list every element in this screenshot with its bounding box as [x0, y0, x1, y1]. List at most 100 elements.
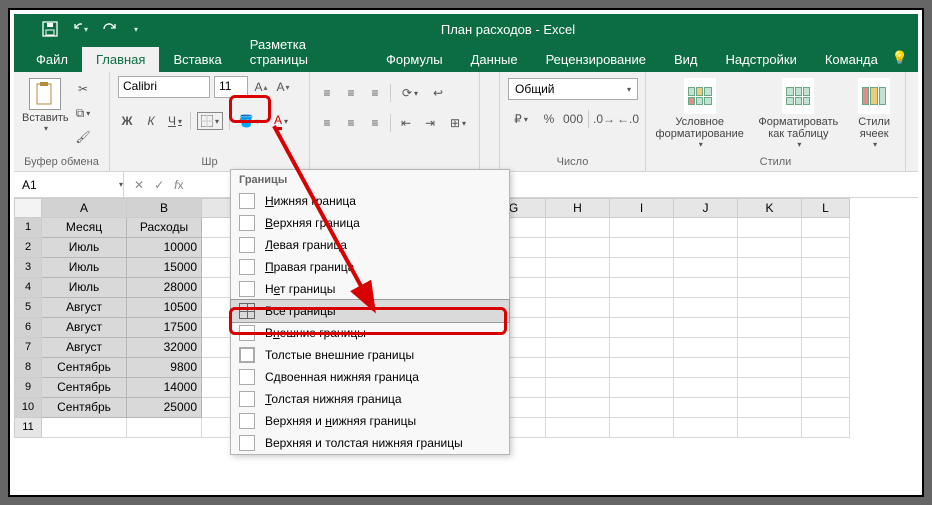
cell[interactable] [738, 238, 802, 258]
cell[interactable] [674, 218, 738, 238]
align-right-icon[interactable]: ≡ [366, 114, 384, 132]
font-color-button[interactable]: A▾ [268, 112, 294, 130]
name-box[interactable]: A1▾ [14, 172, 124, 197]
row-header[interactable]: 2 [14, 238, 42, 258]
tab-insert[interactable]: Вставка [159, 47, 235, 72]
tab-formulas[interactable]: Формулы [372, 47, 457, 72]
number-format-select[interactable]: Общий▾ [508, 78, 638, 100]
enter-formula-icon[interactable]: ✓ [154, 178, 164, 192]
tell-me-icon[interactable]: 💡 [892, 44, 918, 72]
cell[interactable] [610, 358, 674, 378]
paste-button[interactable]: Вставить ▾ [22, 76, 68, 133]
redo-icon[interactable] [102, 21, 118, 37]
cell[interactable]: 15000 [127, 258, 202, 278]
font-size-input[interactable]: 11 [214, 76, 248, 98]
decrease-indent-icon[interactable]: ⇤ [397, 114, 415, 132]
decrease-font-icon[interactable]: A▾ [274, 78, 292, 96]
tab-data[interactable]: Данные [457, 47, 532, 72]
align-center-icon[interactable]: ≡ [342, 114, 360, 132]
cell[interactable] [546, 218, 610, 238]
cell[interactable] [674, 278, 738, 298]
cell[interactable] [738, 398, 802, 418]
format-as-table-button[interactable]: Форматировать как таблицу▾ [755, 76, 841, 149]
cell[interactable] [738, 258, 802, 278]
col-header[interactable]: B [127, 198, 202, 218]
cell[interactable]: Сентябрь [42, 378, 127, 398]
format-painter-icon[interactable]: 🖌 [74, 128, 92, 146]
cell[interactable] [674, 318, 738, 338]
increase-decimal-icon[interactable]: .0→ [595, 110, 613, 128]
tab-addins[interactable]: Надстройки [712, 47, 811, 72]
border-all-item[interactable]: Все границы [230, 299, 510, 323]
merge-button[interactable]: ⊞▾ [445, 114, 471, 132]
border-double-bottom-item[interactable]: Сдвоенная нижняя граница [231, 366, 509, 388]
cell[interactable] [738, 298, 802, 318]
row-header[interactable]: 1 [14, 218, 42, 238]
cell[interactable] [802, 278, 850, 298]
save-icon[interactable] [42, 21, 58, 37]
cell[interactable] [802, 398, 850, 418]
cell[interactable]: Июль [42, 278, 127, 298]
cell[interactable] [674, 378, 738, 398]
cell[interactable]: 10000 [127, 238, 202, 258]
col-header[interactable]: K [738, 198, 802, 218]
percent-format-icon[interactable]: % [540, 110, 558, 128]
cell[interactable] [674, 398, 738, 418]
cell[interactable] [802, 418, 850, 438]
cell[interactable] [738, 418, 802, 438]
col-header[interactable]: L [802, 198, 850, 218]
cell[interactable] [802, 318, 850, 338]
cell[interactable] [546, 278, 610, 298]
cell[interactable] [738, 378, 802, 398]
cell[interactable]: Сентябрь [42, 358, 127, 378]
cell[interactable] [738, 358, 802, 378]
cell[interactable] [610, 318, 674, 338]
col-header[interactable]: A [42, 198, 127, 218]
cell[interactable] [610, 278, 674, 298]
row-header[interactable]: 5 [14, 298, 42, 318]
cell[interactable] [738, 278, 802, 298]
cancel-formula-icon[interactable]: ✕ [134, 178, 144, 192]
increase-font-icon[interactable]: A▴ [252, 78, 270, 96]
tab-home[interactable]: Главная [82, 47, 159, 72]
cell[interactable]: 32000 [127, 338, 202, 358]
cell[interactable] [610, 238, 674, 258]
tab-file[interactable]: Файл [22, 47, 82, 72]
cell[interactable] [674, 358, 738, 378]
cell-styles-button[interactable]: Стили ячеек▾ [851, 76, 897, 149]
align-top-icon[interactable]: ≡ [318, 84, 336, 102]
cell[interactable] [674, 258, 738, 278]
cell[interactable] [546, 258, 610, 278]
cell[interactable]: Август [42, 318, 127, 338]
tab-team[interactable]: Команда [811, 47, 892, 72]
row-header[interactable]: 8 [14, 358, 42, 378]
borders-button[interactable]: ▾ [197, 112, 223, 130]
border-none-item[interactable]: Нет границы [231, 278, 509, 300]
cell[interactable] [546, 318, 610, 338]
cell[interactable] [546, 378, 610, 398]
cell[interactable] [674, 238, 738, 258]
cell[interactable] [610, 258, 674, 278]
cell[interactable] [42, 418, 127, 438]
conditional-formatting-button[interactable]: Условное форматирование▾ [654, 76, 745, 149]
cell[interactable]: 17500 [127, 318, 202, 338]
cell[interactable]: Июль [42, 258, 127, 278]
col-header[interactable]: I [610, 198, 674, 218]
cell[interactable] [610, 378, 674, 398]
row-header[interactable]: 6 [14, 318, 42, 338]
row-header[interactable]: 10 [14, 398, 42, 418]
cell[interactable]: 10500 [127, 298, 202, 318]
cell[interactable] [546, 298, 610, 318]
border-thick-bottom-item[interactable]: Толстая нижняя граница [231, 388, 509, 410]
font-name-input[interactable]: Calibri [118, 76, 210, 98]
border-top-bottom-item[interactable]: Верхняя и нижняя границы [231, 410, 509, 432]
col-header[interactable]: J [674, 198, 738, 218]
comma-format-icon[interactable]: 000 [564, 110, 582, 128]
row-header[interactable]: 9 [14, 378, 42, 398]
cell[interactable] [738, 338, 802, 358]
align-middle-icon[interactable]: ≡ [342, 84, 360, 102]
underline-button[interactable]: Ч▾ [166, 112, 184, 130]
border-thick-outside-item[interactable]: Толстые внешние границы [231, 344, 509, 366]
cell[interactable]: 9800 [127, 358, 202, 378]
cell[interactable] [610, 418, 674, 438]
